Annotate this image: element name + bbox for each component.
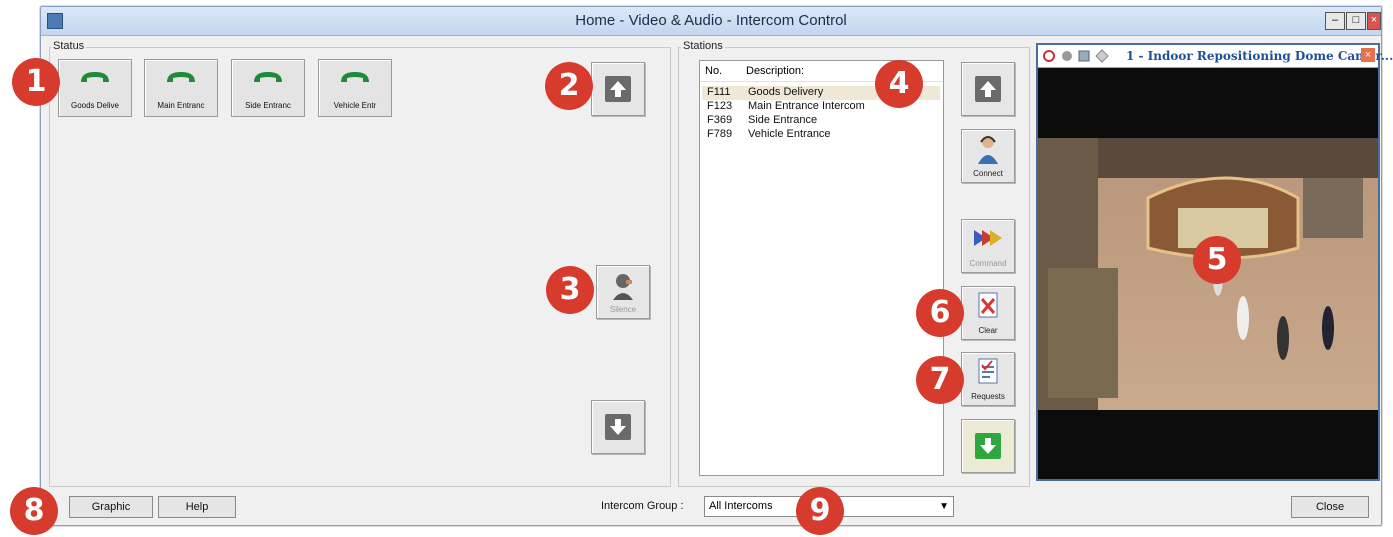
list-item[interactable]: F369 Side Entrance xyxy=(702,114,940,128)
intercom-group-value: All Intercoms xyxy=(709,500,773,512)
close-window-button[interactable]: × xyxy=(1367,12,1381,30)
callout-badge-4: 4 xyxy=(875,60,923,108)
command-arrows-icon xyxy=(974,230,1002,246)
silence-person-icon xyxy=(613,274,633,300)
clear-document-icon xyxy=(978,292,998,318)
station-description: Goods Delivery xyxy=(748,86,824,98)
callout-badge-6: 6 xyxy=(916,289,964,337)
stations-panel-label: Stations xyxy=(681,40,725,52)
command-label: Command xyxy=(969,259,1007,268)
callout-badge-9: 9 xyxy=(796,487,844,535)
column-no[interactable]: No. xyxy=(705,65,722,77)
callout-badge-7: 7 xyxy=(916,356,964,404)
close-button[interactable]: Close xyxy=(1291,496,1369,518)
video-title-bar: 1 - Indoor Repositioning Dome Camer... × xyxy=(1038,45,1393,68)
status-tile-label: Main Entranc xyxy=(157,101,205,110)
phone-icon xyxy=(341,72,369,82)
stations-scroll-down-button[interactable] xyxy=(961,419,1015,473)
callout-badge-2: 2 xyxy=(545,62,593,110)
status-scroll-down-button[interactable] xyxy=(591,400,645,454)
arrow-down-icon xyxy=(605,414,631,440)
arrow-up-icon xyxy=(605,76,631,102)
status-tile-label: Vehicle Entr xyxy=(333,101,377,110)
phone-icon xyxy=(81,72,109,82)
requests-document-icon xyxy=(978,358,998,384)
stations-list[interactable]: No. Description: F111 Goods Delivery F12… xyxy=(699,60,944,476)
status-tile-goods[interactable]: Goods Delive xyxy=(58,59,132,117)
graphic-button[interactable]: Graphic xyxy=(69,496,153,518)
station-description: Main Entrance Intercom xyxy=(748,100,865,112)
phone-icon xyxy=(167,72,195,82)
phone-icon xyxy=(254,72,282,82)
silence-label: Silence xyxy=(609,305,637,314)
list-item[interactable]: F789 Vehicle Entrance xyxy=(702,128,940,142)
status-tile-main[interactable]: Main Entranc xyxy=(144,59,218,117)
title-bar: Home - Video & Audio - Intercom Control … xyxy=(41,7,1381,36)
arrow-down-icon xyxy=(975,433,1001,459)
requests-button[interactable]: Requests xyxy=(961,352,1015,406)
callout-badge-8: 8 xyxy=(10,487,58,535)
clear-button[interactable]: Clear xyxy=(961,286,1015,340)
clear-label: Clear xyxy=(978,326,998,335)
callout-badge-3: 3 xyxy=(546,266,594,314)
station-number: F123 xyxy=(707,100,733,112)
station-number: F111 xyxy=(707,86,731,98)
status-tile-label: Side Entranc xyxy=(245,101,291,110)
minimize-button[interactable]: – xyxy=(1325,12,1345,30)
stations-scroll-up-button[interactable] xyxy=(961,62,1015,116)
help-button[interactable]: Help xyxy=(158,496,236,518)
status-scroll-up-button[interactable] xyxy=(591,62,645,116)
window-title: Home - Video & Audio - Intercom Control xyxy=(575,12,847,29)
arrow-up-icon xyxy=(975,76,1001,102)
intercom-window: Home - Video & Audio - Intercom Control … xyxy=(40,6,1393,526)
connect-button[interactable]: Connect xyxy=(961,129,1015,183)
chevron-down-icon: ▼ xyxy=(939,501,949,512)
station-number: F369 xyxy=(707,114,733,126)
column-description[interactable]: Description: xyxy=(746,65,804,77)
maximize-button[interactable]: □ xyxy=(1346,12,1366,30)
intercom-group-label: Intercom Group : xyxy=(601,500,684,512)
status-panel-label: Status xyxy=(51,40,87,52)
status-tile-vehicle[interactable]: Vehicle Entr xyxy=(318,59,392,117)
status-tile-label: Goods Delive xyxy=(70,101,120,110)
callout-badge-5: 5 xyxy=(1193,236,1241,284)
status-tile-side[interactable]: Side Entranc xyxy=(231,59,305,117)
person-headset-icon xyxy=(978,136,998,164)
video-toolbar-icons[interactable] xyxy=(1042,49,1122,63)
command-button[interactable]: Command xyxy=(961,219,1015,273)
connect-label: Connect xyxy=(973,169,1003,178)
video-title: 1 - Indoor Repositioning Dome Camer... xyxy=(1126,49,1393,63)
station-number: F789 xyxy=(707,128,733,140)
station-description: Side Entrance xyxy=(748,114,818,126)
requests-label: Requests xyxy=(971,392,1005,401)
callout-badge-1: 1 xyxy=(12,58,60,106)
video-close-icon[interactable]: × xyxy=(1361,48,1375,62)
silence-button[interactable]: Silence xyxy=(596,265,650,319)
station-description: Vehicle Entrance xyxy=(748,128,831,140)
